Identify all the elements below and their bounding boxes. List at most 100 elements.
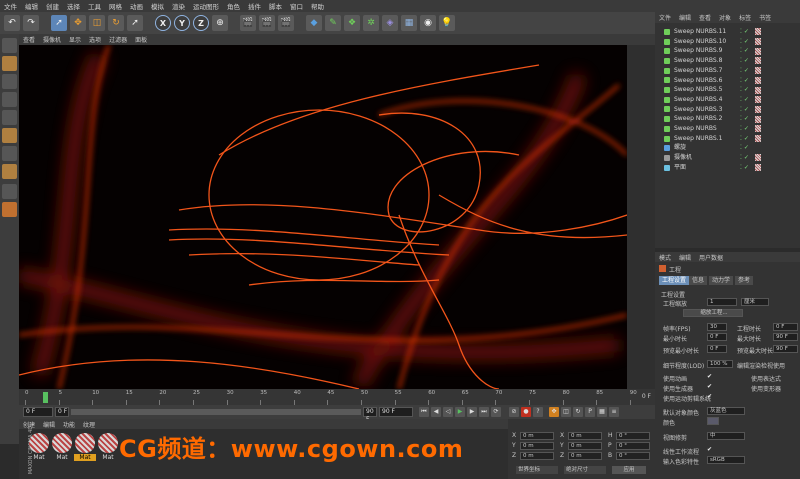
input-color-select[interactable]: sRGB <box>707 456 745 464</box>
visibility-icon[interactable]: ⁚ <box>740 27 742 37</box>
object-name[interactable]: Sweep NURBS.6 <box>674 76 738 86</box>
previous-key-icon[interactable]: ◀ <box>431 407 441 417</box>
z-axis-lock-icon[interactable]: Z <box>193 15 209 31</box>
make-editable-icon[interactable] <box>2 38 17 53</box>
range-slider[interactable] <box>71 409 361 415</box>
object-row[interactable]: 平面 ⁚ ✓ <box>655 163 800 173</box>
camera-icon[interactable]: ◉ <box>420 15 436 31</box>
visibility-icon[interactable]: ⁚ <box>740 56 742 66</box>
visibility-icon[interactable]: ⁚ <box>740 95 742 105</box>
object-menu-item-5[interactable]: 书签 <box>755 13 775 22</box>
rotate-tool-icon[interactable]: ↻ <box>108 15 124 31</box>
object-name[interactable]: 平面 <box>674 163 738 173</box>
object-name[interactable]: Sweep NURBS.1 <box>674 134 738 144</box>
menu-item-0[interactable]: 文件 <box>0 1 21 11</box>
undo-icon[interactable]: ↶ <box>4 15 20 31</box>
enabled-check-icon[interactable]: ✓ <box>744 56 749 66</box>
position-field[interactable]: 0 m <box>520 442 554 450</box>
color-swatch[interactable] <box>707 417 719 425</box>
visibility-icon[interactable]: ⁚ <box>740 37 742 47</box>
project-time-input[interactable]: 0 F <box>773 323 798 331</box>
fps-input[interactable]: 30 <box>707 323 727 331</box>
tab-info[interactable]: 信息 <box>689 276 708 285</box>
key-position-icon[interactable]: ✥ <box>549 407 559 417</box>
material-swatch[interactable]: Mat <box>74 432 96 464</box>
enabled-check-icon[interactable]: ✓ <box>744 66 749 76</box>
enabled-check-icon[interactable]: ✓ <box>744 114 749 124</box>
linear-workflow-checkbox[interactable]: ✔ <box>707 446 712 453</box>
object-name[interactable]: Sweep NURBS.9 <box>674 46 738 56</box>
edges-mode-icon[interactable] <box>2 128 17 143</box>
menu-item-4[interactable]: 工具 <box>84 1 105 11</box>
material-tag-icon[interactable] <box>754 28 761 36</box>
workplane-icon[interactable] <box>2 92 17 107</box>
material-tag-icon[interactable] <box>754 38 761 46</box>
keyframe-selection-icon[interactable]: ⊘ <box>509 407 519 417</box>
array-icon[interactable]: ✲ <box>363 15 379 31</box>
material-tag-icon[interactable] <box>754 164 761 172</box>
material-swatch[interactable]: Mat <box>51 432 73 464</box>
rotation-field[interactable]: 0 ° <box>616 442 650 450</box>
visibility-icon[interactable]: ⁚ <box>740 85 742 95</box>
menu-item-2[interactable]: 创建 <box>42 1 63 11</box>
size-field[interactable]: 0 m <box>568 442 602 450</box>
timeline-ruler[interactable]: 0 F 0 5 10 15 20 25 30 35 40 45 50 55 60 65 70 75 80 85 90 <box>19 389 655 405</box>
play-icon[interactable]: ▶ <box>455 407 465 417</box>
3d-viewport[interactable] <box>19 45 627 389</box>
material-tag-icon[interactable] <box>754 135 761 143</box>
apply-button[interactable]: 应用 <box>612 466 646 474</box>
material-swatch[interactable]: Mat <box>97 432 119 464</box>
object-row[interactable]: Sweep NURBS.7 ⁚ ✓ <box>655 66 800 76</box>
object-menu-item-2[interactable]: 查看 <box>695 13 715 22</box>
enabled-check-icon[interactable]: ✓ <box>744 37 749 47</box>
viewport-menu-item-2[interactable]: 显示 <box>65 35 85 44</box>
size-field[interactable]: 0 m <box>568 452 602 460</box>
menu-item-5[interactable]: 网格 <box>105 1 126 11</box>
viewport-menu-item-1[interactable]: 摄像机 <box>39 35 65 44</box>
tab-project-settings[interactable]: 工程设置 <box>659 276 690 285</box>
enabled-check-icon[interactable]: ✓ <box>744 134 749 144</box>
play-backward-icon[interactable]: ◁ <box>443 407 453 417</box>
loop-icon[interactable]: ⟳ <box>491 407 501 417</box>
go-to-end-icon[interactable]: ⏭ <box>479 407 489 417</box>
tab-reference[interactable]: 参考 <box>735 276 754 285</box>
menu-item-14[interactable]: 帮助 <box>307 1 328 11</box>
key-parameter-icon[interactable]: P <box>585 407 595 417</box>
view-clip-select[interactable]: 中 <box>707 432 745 440</box>
material-tag-icon[interactable] <box>754 86 761 94</box>
enabled-check-icon[interactable]: ✓ <box>744 163 749 173</box>
project-scale-unit[interactable]: 厘米 <box>741 298 769 306</box>
object-menu-item-0[interactable]: 文件 <box>655 13 675 22</box>
project-scale-input[interactable]: 1 <box>707 298 737 306</box>
material-tag-icon[interactable] <box>754 96 761 104</box>
move-tool-icon[interactable]: ✥ <box>70 15 86 31</box>
object-row[interactable]: Sweep NURBS.9 ⁚ ✓ <box>655 46 800 56</box>
attribute-menu-item-2[interactable]: 用户数据 <box>695 253 727 262</box>
snap-icon[interactable] <box>2 184 17 199</box>
visibility-icon[interactable]: ⁚ <box>740 134 742 144</box>
render-view-icon[interactable]: 🎬 <box>240 15 256 31</box>
material-tag-icon[interactable] <box>754 105 761 113</box>
cube-object-icon[interactable]: ◆ <box>306 15 322 31</box>
light-icon[interactable]: 💡 <box>439 15 455 31</box>
playhead[interactable] <box>43 392 48 403</box>
enabled-check-icon[interactable]: ✓ <box>744 76 749 86</box>
menu-item-1[interactable]: 编辑 <box>21 1 42 11</box>
object-name[interactable]: Sweep NURBS.3 <box>674 105 738 115</box>
enabled-check-icon[interactable]: ✓ <box>744 85 749 95</box>
viewport-menu-item-3[interactable]: 选项 <box>85 35 105 44</box>
deformer-icon[interactable]: ◈ <box>382 15 398 31</box>
autokey-icon[interactable]: ? <box>533 407 543 417</box>
object-row[interactable]: Sweep NURBS.1 ⁚ ✓ <box>655 134 800 144</box>
visibility-icon[interactable]: ⁚ <box>740 124 742 134</box>
object-row[interactable]: Sweep NURBS.8 ⁚ ✓ <box>655 56 800 66</box>
record-icon[interactable]: ● <box>521 407 531 417</box>
object-name[interactable]: Sweep NURBS.8 <box>674 56 738 66</box>
object-menu-item-4[interactable]: 标签 <box>735 13 755 22</box>
go-to-start-icon[interactable]: ⏮ <box>419 407 429 417</box>
object-row[interactable]: Sweep NURBS.2 ⁚ ✓ <box>655 114 800 124</box>
visibility-icon[interactable]: ⁚ <box>740 46 742 56</box>
menu-item-12[interactable]: 脚本 <box>265 1 286 11</box>
rotation-field[interactable]: 0 ° <box>616 452 650 460</box>
spline-pen-icon[interactable]: ✎ <box>325 15 341 31</box>
